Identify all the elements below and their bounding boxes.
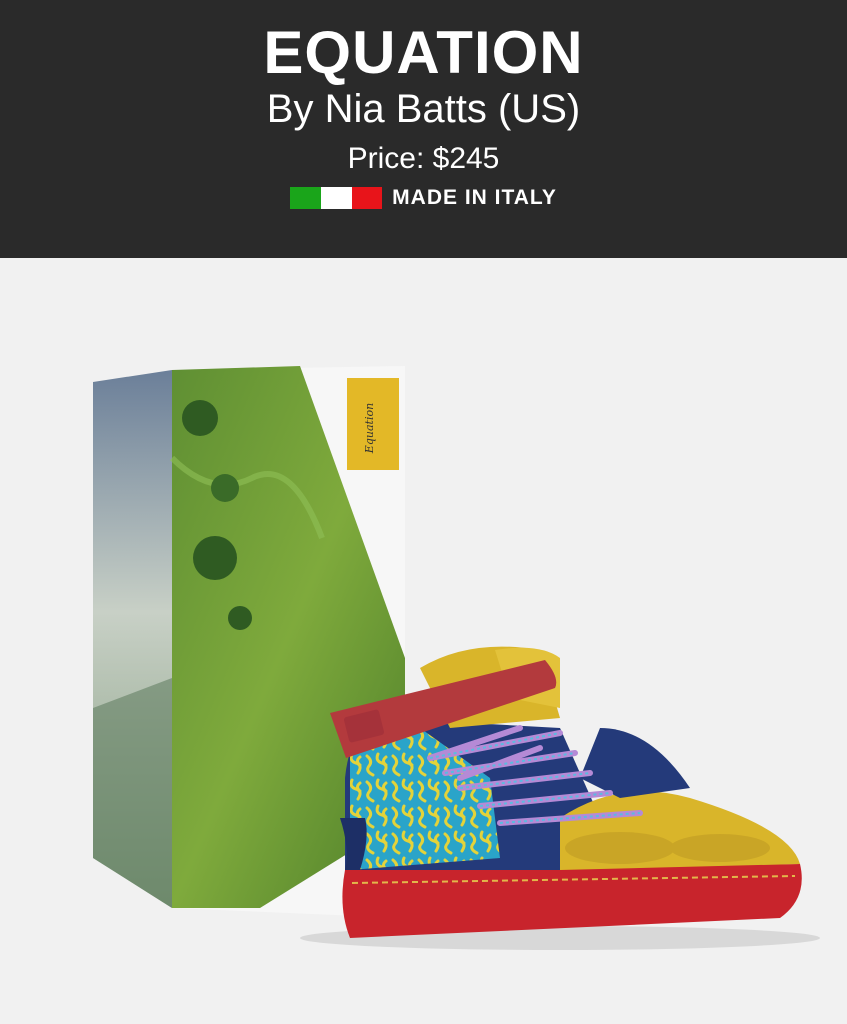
shoe-and-box-illustration: Equation: [93, 366, 820, 950]
product-title: EQUATION: [263, 19, 584, 86]
product-header: EQUATION By Nia Batts (US) Price: $245 M…: [0, 0, 847, 258]
italy-flag-icon: [290, 187, 383, 209]
product-price: Price: $245: [347, 142, 500, 175]
box-label-text: Equation: [363, 403, 376, 454]
made-in-badge: MADE IN ITALY: [0, 184, 847, 212]
product-image[interactable]: Equation: [0, 258, 847, 1024]
made-in-label: MADE IN ITALY: [392, 186, 557, 209]
designer-byline: By Nia Batts (US): [266, 87, 581, 131]
